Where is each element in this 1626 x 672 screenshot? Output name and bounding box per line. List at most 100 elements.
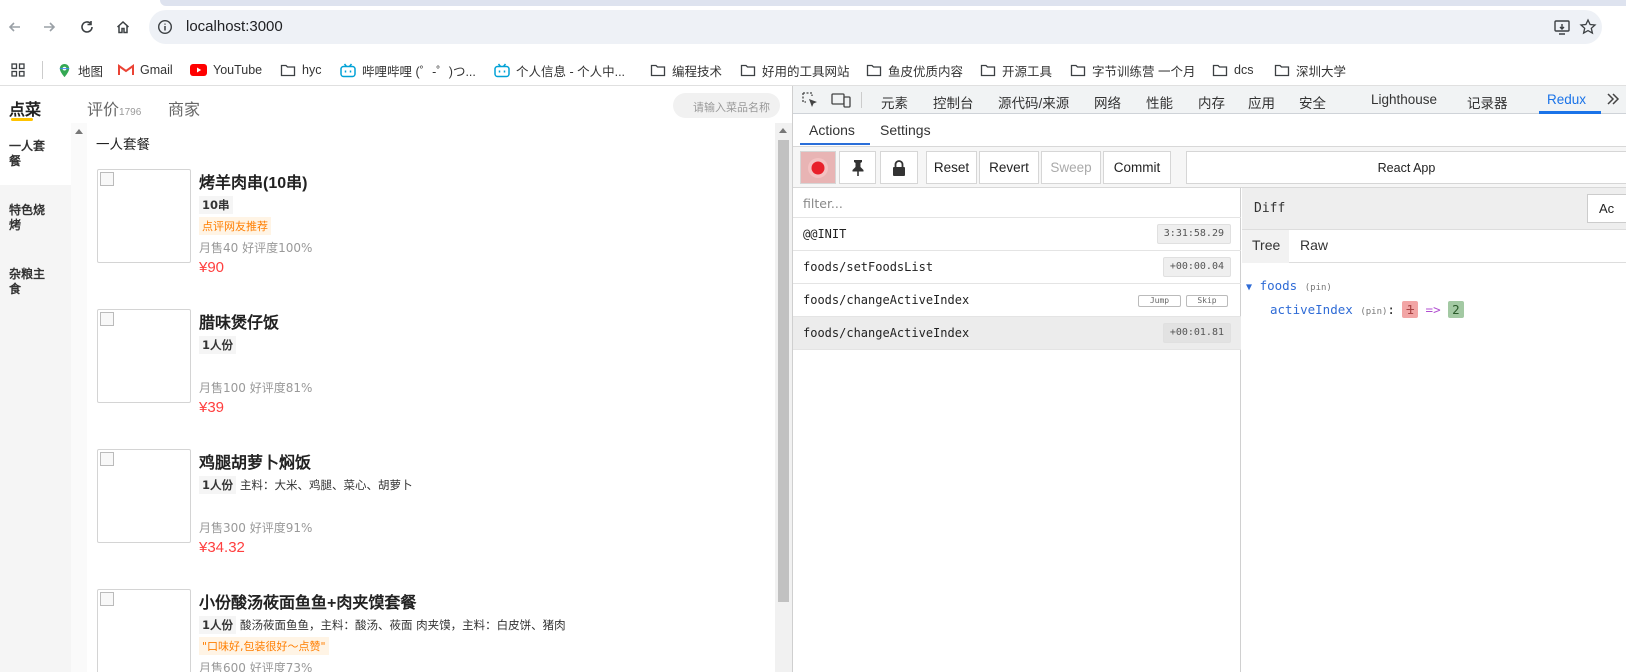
food-item[interactable]: 烤羊肉串(10串) 10串 点评网友推荐 月售40 好评度100% ¥90 [97,169,757,276]
instance-selector[interactable]: React App [1186,151,1626,184]
install-app-icon[interactable] [1553,18,1571,36]
bookmark-label: 地图 [78,64,104,79]
tab-application[interactable]: 应用 [1248,92,1275,112]
food-unit: 10串 [199,196,233,214]
new-value: 2 [1448,301,1464,318]
more-tabs-icon[interactable] [1605,91,1621,107]
tab-recorder[interactable]: 记录器 [1467,92,1508,112]
tab-label: 商家 [168,102,201,119]
tab-order[interactable]: 点菜 [9,96,41,120]
bookmark-label: 深圳大学 [1296,64,1347,79]
persist-button[interactable] [839,151,876,184]
bookmark-folder-szu[interactable]: 深圳大学 [1274,60,1346,80]
bookmark-label: YouTube [213,63,263,77]
tab-merchant[interactable]: 商家 [168,96,200,120]
category-item[interactable]: 特色烧烤 [9,203,54,233]
dish-search-input[interactable]: 请输入菜品名称 [673,93,780,118]
reload-icon[interactable] [76,16,98,38]
diff-header: Diff Ac [1242,188,1626,230]
food-item[interactable]: 鸡腿胡萝卜焖饭 1人份 主料：大米、鸡腿、菜心、胡萝卜 月售300 好评度91% … [97,449,757,556]
action-row[interactable]: @@INIT 3:31:58.29 [793,218,1241,251]
jump-button[interactable]: Jump [1138,295,1181,307]
action-list: filter... @@INIT 3:31:58.29 foods/setFoo… [793,188,1241,672]
bookmark-gmail[interactable]: Gmail [118,60,173,80]
lock-button[interactable] [880,151,918,184]
action-row[interactable]: foods/changeActiveIndex Jump Skip [793,284,1241,317]
bookmark-star-icon[interactable] [1579,18,1597,36]
bookmark-folder-programming[interactable]: 编程技术 [650,60,722,80]
devtools-toolbar: 元素 控制台 源代码/来源 网络 性能 内存 应用 安全 Lighthouse … [793,86,1626,114]
bookmark-label: 个人信息 - 个人中... [516,64,626,79]
tab-actions[interactable]: Actions [809,122,855,138]
folder-icon [280,63,296,77]
action-tab-button[interactable]: Ac [1587,194,1626,223]
food-tag: "口味好,包装很好～点赞" [199,637,329,655]
action-name: foods/changeActiveIndex [803,293,970,307]
category-item[interactable]: 一人套餐 [9,139,54,169]
scroll-up-icon[interactable] [779,128,787,133]
tab-sources[interactable]: 源代码/来源 [998,92,1069,112]
tree-node-foods[interactable]: ▼ foods (pin) [1246,278,1332,293]
toolbar-divider [861,92,862,108]
food-item[interactable]: 腊味煲仔饭 1人份 月售100 好评度81% ¥39 [97,309,757,416]
record-button[interactable] [800,151,836,184]
commit-button[interactable]: Commit [1103,151,1171,184]
bookmark-personal-info[interactable]: 个人信息 - 个人中... [494,60,625,80]
food-item[interactable]: 小份酸汤莜面鱼鱼+肉夹馍套餐 1人份 酸汤莜面鱼鱼，主料：酸汤、莜面 肉夹馍，主料… [97,589,757,672]
bookmark-folder-dcs[interactable]: dcs [1212,60,1253,80]
action-row[interactable]: foods/setFoodsList +00:00.04 [793,251,1241,284]
site-info-icon[interactable] [157,19,173,35]
food-sales: 月售40 好评度100% [199,241,313,255]
bookmark-folder-hyc[interactable]: hyc [280,60,321,80]
bookmark-maps[interactable]: 地图 [57,60,103,80]
scroll-up-icon[interactable] [75,129,83,134]
action-name: @@INIT [803,227,847,241]
tab-reviews[interactable]: 评价1796 [87,96,141,120]
pin-link[interactable]: (pin) [1305,283,1332,293]
tree-key: foods [1259,278,1298,293]
filter-input[interactable]: filter... [793,188,1241,218]
tab-memory[interactable]: 内存 [1198,92,1225,112]
tab-raw[interactable]: Raw [1300,237,1328,253]
bookmark-folder-opensource[interactable]: 开源工具 [980,60,1052,80]
expand-arrow-icon[interactable]: ▼ [1246,282,1252,293]
category-scrollbar[interactable] [71,123,87,672]
tab-security[interactable]: 安全 [1299,92,1326,112]
gmail-icon [118,64,134,76]
bookmark-folder-yupi[interactable]: 鱼皮优质内容 [866,60,963,80]
address-bar[interactable] [149,10,1602,44]
tab-elements[interactable]: 元素 [881,92,908,112]
forward-icon[interactable] [38,16,60,38]
tab-console[interactable]: 控制台 [933,92,974,112]
food-name: 腊味煲仔饭 [199,315,280,332]
tab-tree[interactable]: Tree [1252,237,1280,253]
device-toolbar-icon[interactable] [831,91,851,109]
home-icon[interactable] [112,16,134,38]
pin-link[interactable]: (pin) [1360,307,1387,317]
food-list-scrollbar[interactable] [775,123,792,672]
scroll-thumb[interactable] [778,140,789,602]
bookmark-folder-tools[interactable]: 好用的工具网站 [740,60,850,80]
revert-button[interactable]: Revert [979,151,1039,184]
action-name: foods/setFoodsList [803,260,934,274]
tab-performance[interactable]: 性能 [1146,92,1173,112]
tab-redux[interactable]: Redux [1547,92,1586,107]
bookmark-label: 编程技术 [672,64,723,79]
skip-button[interactable]: Skip [1186,295,1228,307]
apps-grid-icon[interactable] [10,60,26,80]
tab-lighthouse[interactable]: Lighthouse [1371,92,1437,107]
bookmark-bilibili[interactable]: 哔哩哔哩 (゜-゜)つ... [340,60,476,80]
sweep-button[interactable]: Sweep [1041,151,1101,184]
folder-icon [1274,63,1290,77]
record-icon [807,157,829,179]
action-row-selected[interactable]: foods/changeActiveIndex +00:01.81 [793,317,1241,350]
bookmark-folder-bytedance[interactable]: 字节训练营 一个月 [1070,60,1195,80]
category-item[interactable]: 杂粮主食 [9,267,54,297]
back-icon[interactable] [4,16,26,38]
bookmark-youtube[interactable]: YouTube [190,60,262,80]
reset-button[interactable]: Reset [926,151,977,184]
inspect-element-icon[interactable] [801,91,819,109]
tab-settings[interactable]: Settings [880,122,931,138]
food-price: ¥34.32 [199,539,245,556]
tab-network[interactable]: 网络 [1094,92,1121,112]
